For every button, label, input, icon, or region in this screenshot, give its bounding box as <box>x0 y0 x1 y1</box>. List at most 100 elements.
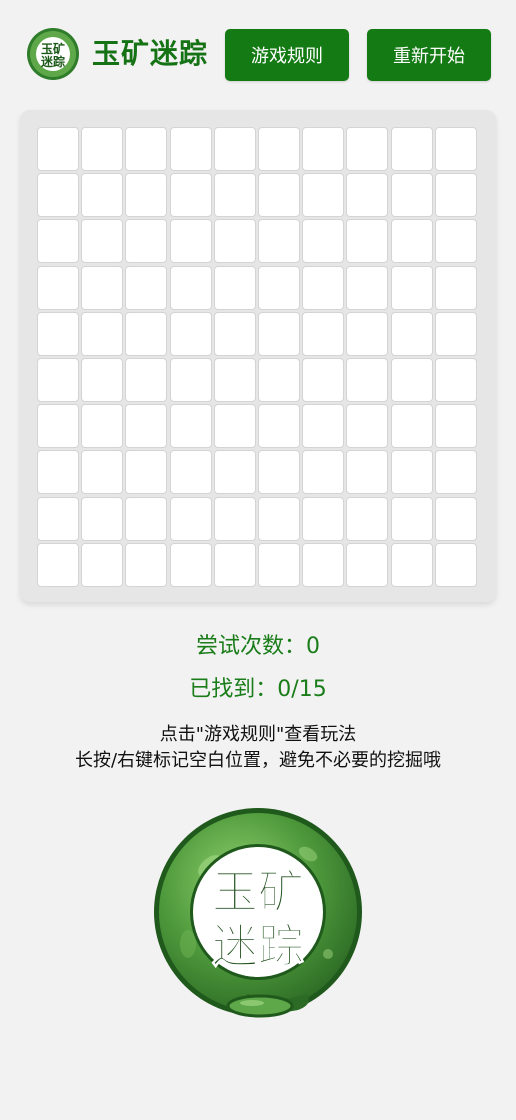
board-cell[interactable] <box>37 357 79 402</box>
board-cell[interactable] <box>37 127 79 171</box>
board-cell[interactable] <box>125 311 168 356</box>
board-cell[interactable] <box>302 496 345 541</box>
board-cell[interactable] <box>125 450 168 495</box>
board-cell[interactable] <box>390 450 433 495</box>
board-cell[interactable] <box>125 265 168 310</box>
board-cell[interactable] <box>302 173 345 218</box>
board-cell[interactable] <box>81 496 124 541</box>
board-cell[interactable] <box>37 265 79 310</box>
board-cell[interactable] <box>213 311 256 356</box>
board-cell[interactable] <box>302 542 345 587</box>
board-cell[interactable] <box>390 311 433 356</box>
board-cell[interactable] <box>81 219 124 264</box>
board-cell[interactable] <box>346 496 389 541</box>
board-cell[interactable] <box>125 357 168 402</box>
board-cell[interactable] <box>434 311 477 356</box>
board-cell[interactable] <box>346 265 389 310</box>
board-cell[interactable] <box>434 450 477 495</box>
board-cell[interactable] <box>257 127 300 171</box>
board-cell[interactable] <box>169 496 212 541</box>
board-cell[interactable] <box>81 542 124 587</box>
board-cell[interactable] <box>434 542 477 587</box>
board-cell[interactable] <box>346 404 389 449</box>
board-cell[interactable] <box>257 357 300 402</box>
board-cell[interactable] <box>257 219 300 264</box>
board-cell[interactable] <box>125 496 168 541</box>
board-cell[interactable] <box>169 173 212 218</box>
board-cell[interactable] <box>81 127 124 171</box>
board-cell[interactable] <box>125 219 168 264</box>
board-cell[interactable] <box>213 450 256 495</box>
board-cell[interactable] <box>169 219 212 264</box>
board-cell[interactable] <box>81 265 124 310</box>
board-cell[interactable] <box>213 404 256 449</box>
board-cell[interactable] <box>390 404 433 449</box>
board-cell[interactable] <box>125 542 168 587</box>
board-cell[interactable] <box>169 357 212 402</box>
board-cell[interactable] <box>37 496 79 541</box>
board-cell[interactable] <box>125 173 168 218</box>
board-cell[interactable] <box>37 404 79 449</box>
board-cell[interactable] <box>37 450 79 495</box>
board-cell[interactable] <box>390 265 433 310</box>
board-cell[interactable] <box>213 542 256 587</box>
board-cell[interactable] <box>37 173 79 218</box>
board-cell[interactable] <box>390 127 433 171</box>
board-cell[interactable] <box>213 357 256 402</box>
board-cell[interactable] <box>390 219 433 264</box>
board-cell[interactable] <box>81 450 124 495</box>
board-cell[interactable] <box>169 265 212 310</box>
board-cell[interactable] <box>213 127 256 171</box>
board-cell[interactable] <box>169 542 212 587</box>
board-cell[interactable] <box>37 219 79 264</box>
board-cell[interactable] <box>346 219 389 264</box>
board-cell[interactable] <box>390 173 433 218</box>
board-cell[interactable] <box>434 357 477 402</box>
board-cell[interactable] <box>346 542 389 587</box>
board-cell[interactable] <box>169 127 212 171</box>
board-cell[interactable] <box>302 265 345 310</box>
board-cell[interactable] <box>302 404 345 449</box>
board-cell[interactable] <box>81 357 124 402</box>
board-cell[interactable] <box>213 496 256 541</box>
board-cell[interactable] <box>169 450 212 495</box>
board-cell[interactable] <box>81 173 124 218</box>
board-cell[interactable] <box>257 450 300 495</box>
board-cell[interactable] <box>346 311 389 356</box>
board-cell[interactable] <box>346 357 389 402</box>
board-cell[interactable] <box>346 450 389 495</box>
board-cell[interactable] <box>125 127 168 171</box>
board-cell[interactable] <box>257 311 300 356</box>
board-cell[interactable] <box>257 404 300 449</box>
board-cell[interactable] <box>125 404 168 449</box>
board-cell[interactable] <box>213 219 256 264</box>
board-cell[interactable] <box>302 311 345 356</box>
board-cell[interactable] <box>434 127 477 171</box>
board-cell[interactable] <box>346 173 389 218</box>
board-cell[interactable] <box>169 404 212 449</box>
board-cell[interactable] <box>302 357 345 402</box>
board-cell[interactable] <box>257 496 300 541</box>
restart-button[interactable]: 重新开始 <box>367 29 491 81</box>
board-cell[interactable] <box>302 219 345 264</box>
board-cell[interactable] <box>169 311 212 356</box>
board-cell[interactable] <box>257 265 300 310</box>
board-cell[interactable] <box>81 404 124 449</box>
board-cell[interactable] <box>37 311 79 356</box>
board-cell[interactable] <box>81 311 124 356</box>
board-cell[interactable] <box>390 542 433 587</box>
board-cell[interactable] <box>434 173 477 218</box>
board-cell[interactable] <box>213 173 256 218</box>
board-cell[interactable] <box>434 265 477 310</box>
board-cell[interactable] <box>257 542 300 587</box>
board-cell[interactable] <box>390 357 433 402</box>
board-cell[interactable] <box>434 404 477 449</box>
board-cell[interactable] <box>390 496 433 541</box>
board-cell[interactable] <box>434 219 477 264</box>
board-cell[interactable] <box>257 173 300 218</box>
board-cell[interactable] <box>213 265 256 310</box>
board-cell[interactable] <box>302 127 345 171</box>
board-cell[interactable] <box>37 542 79 587</box>
board-cell[interactable] <box>434 496 477 541</box>
rules-button[interactable]: 游戏规则 <box>225 29 349 81</box>
